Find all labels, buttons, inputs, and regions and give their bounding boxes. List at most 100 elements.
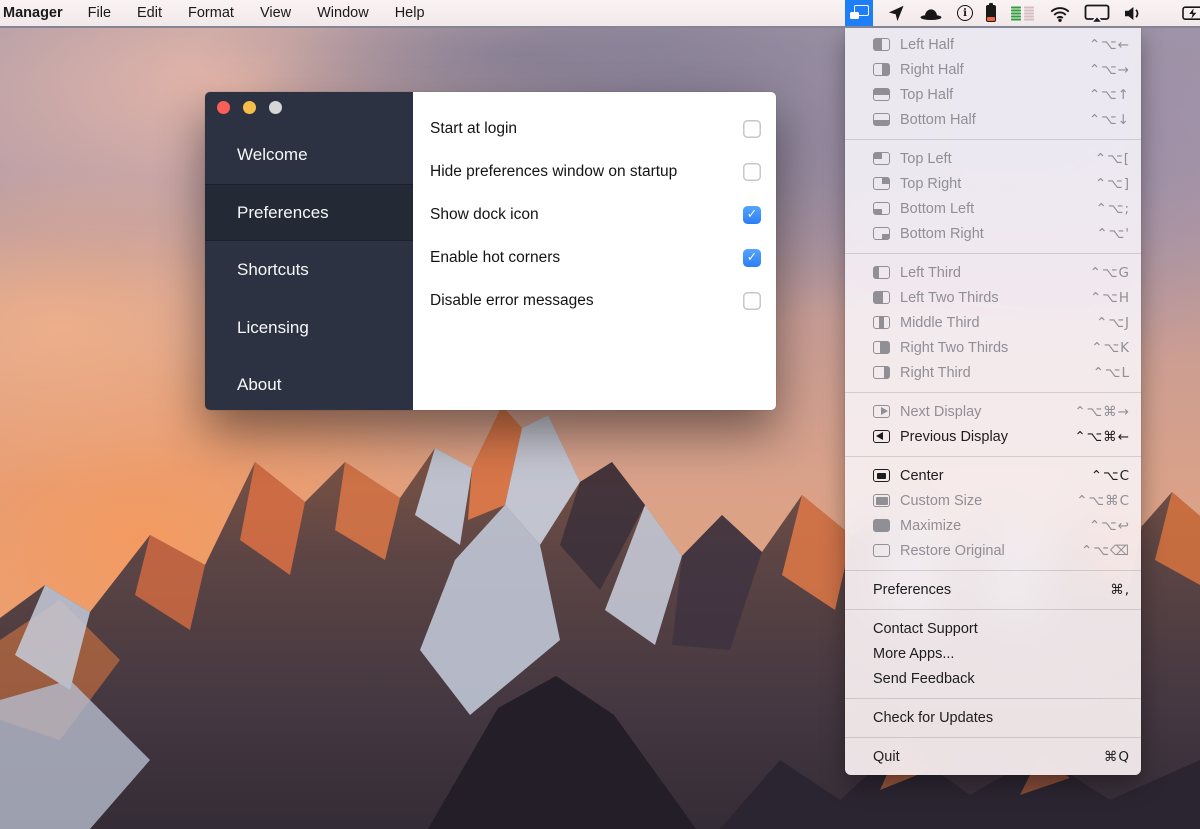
menu-item-restore-original[interactable]: Restore Original⌃⌥⌫ <box>845 538 1141 563</box>
menu-item-shortcut: ⌃⌥' <box>1096 226 1130 242</box>
location-icon[interactable] <box>886 0 905 26</box>
menu-item-center[interactable]: Center⌃⌥C <box>845 463 1141 488</box>
restore-original-icon <box>873 544 890 557</box>
bottom-left-icon <box>873 202 890 215</box>
menu-separator <box>845 698 1141 699</box>
menu-item-custom-size[interactable]: Custom Size⌃⌥⌘C <box>845 488 1141 513</box>
menu-item-check-for-updates[interactable]: Check for Updates <box>845 705 1141 730</box>
menu-item-maximize[interactable]: Maximize⌃⌥↩ <box>845 513 1141 538</box>
activity-bars-icon[interactable] <box>1009 0 1036 26</box>
option-label: Hide preferences window on startup <box>430 163 743 181</box>
sidebar-item-shortcuts[interactable]: Shortcuts <box>205 241 413 299</box>
window-manager-menubar-icon[interactable] <box>845 0 873 26</box>
menu-separator <box>845 139 1141 140</box>
menu-item-preferences[interactable]: Preferences⌘, <box>845 577 1141 602</box>
menu-item-label: Top Right <box>900 176 1095 192</box>
menu-item-shortcut: ⌘Q <box>1104 749 1130 765</box>
close-button-icon[interactable] <box>217 101 230 114</box>
menu-item-next-display[interactable]: Next Display⌃⌥⌘→ <box>845 399 1141 424</box>
menubar-menu-edit[interactable]: Edit <box>124 0 175 26</box>
menu-item-shortcut: ⌃⌥[ <box>1095 151 1130 167</box>
menu-separator <box>845 253 1141 254</box>
battery-low-level <box>987 17 995 21</box>
menubar-menu-list: FileEditFormatViewWindowHelp <box>75 0 438 26</box>
option-label: Enable hot corners <box>430 249 743 267</box>
option-row-show-dock-icon: Show dock icon ✓ <box>413 193 776 236</box>
menu-item-label: Preferences <box>873 582 1110 598</box>
menu-item-shortcut: ⌃⌥H <box>1090 290 1130 306</box>
battery-charging-icon[interactable] <box>1182 0 1200 26</box>
menu-item-more-apps[interactable]: More Apps... <box>845 641 1141 666</box>
menu-item-right-half[interactable]: Right Half⌃⌥→ <box>845 57 1141 82</box>
volume-icon[interactable] <box>1123 0 1143 26</box>
menubar-menu-view[interactable]: View <box>247 0 304 26</box>
menu-item-top-left[interactable]: Top Left⌃⌥[ <box>845 146 1141 171</box>
menu-item-label: Top Left <box>900 151 1095 167</box>
menubar-menu-format[interactable]: Format <box>175 0 247 26</box>
menu-item-contact-support[interactable]: Contact Support <box>845 616 1141 641</box>
menu-item-label: Bottom Half <box>900 112 1089 128</box>
bowler-hat-icon[interactable] <box>918 0 944 26</box>
checkbox-show-dock-icon[interactable]: ✓ <box>743 206 761 224</box>
menubar-menu-help[interactable]: Help <box>382 0 438 26</box>
menu-item-top-half[interactable]: Top Half⌃⌥↑ <box>845 82 1141 107</box>
menu-item-left-two-thirds[interactable]: Left Two Thirds⌃⌥H <box>845 285 1141 310</box>
airplay-icon[interactable] <box>1084 0 1110 26</box>
menu-item-right-two-thirds[interactable]: Right Two Thirds⌃⌥K <box>845 335 1141 360</box>
menu-item-shortcut: ⌃⌥] <box>1095 176 1130 192</box>
menu-item-left-third[interactable]: Left Third⌃⌥G <box>845 260 1141 285</box>
menu-item-label: Left Third <box>900 265 1090 281</box>
menubar-app-menu[interactable]: Manager <box>0 5 75 21</box>
wifi-icon[interactable] <box>1049 0 1071 26</box>
checkmark-icon: ✓ <box>747 251 757 264</box>
menu-item-shortcut: ⌃⌥↑ <box>1089 87 1130 103</box>
sidebar-item-preferences[interactable]: Preferences <box>205 184 413 242</box>
menu-item-label: Left Two Thirds <box>900 290 1090 306</box>
info-icon[interactable] <box>957 0 973 26</box>
menubar-menus-area: Manager FileEditFormatViewWindowHelp <box>0 0 438 26</box>
menu-item-bottom-right[interactable]: Bottom Right⌃⌥' <box>845 221 1141 246</box>
previous-display-icon <box>873 430 890 443</box>
menu-item-bottom-half[interactable]: Bottom Half⌃⌥↓ <box>845 107 1141 132</box>
checkmark-icon: ✓ <box>747 208 757 221</box>
center-icon <box>873 469 890 482</box>
sidebar-item-welcome[interactable]: Welcome <box>205 126 413 184</box>
sidebar-item-about[interactable]: About <box>205 356 413 410</box>
menu-item-left-half[interactable]: Left Half⌃⌥← <box>845 32 1141 57</box>
right-third-icon <box>873 366 890 379</box>
option-label: Show dock icon <box>430 206 743 224</box>
right-half-icon <box>873 63 890 76</box>
menu-item-previous-display[interactable]: Previous Display⌃⌥⌘← <box>845 424 1141 449</box>
right-two-thirds-icon <box>873 341 890 354</box>
menu-item-shortcut: ⌃⌥⌘C <box>1076 493 1130 509</box>
menu-item-middle-third[interactable]: Middle Third⌃⌥J <box>845 310 1141 335</box>
maximize-icon <box>873 519 890 532</box>
checkbox-enable-hot-corners[interactable]: ✓ <box>743 249 761 267</box>
preferences-sidebar: WelcomePreferencesShortcutsLicensingAbou… <box>205 92 413 410</box>
menu-item-shortcut: ⌃⌥→ <box>1089 62 1130 78</box>
zoom-button-icon[interactable] <box>269 101 282 114</box>
sidebar-nav: WelcomePreferencesShortcutsLicensingAbou… <box>205 126 413 410</box>
menu-item-send-feedback[interactable]: Send Feedback <box>845 666 1141 691</box>
top-left-icon <box>873 152 890 165</box>
checkbox-hide-preferences-window-on-startup[interactable] <box>743 163 761 181</box>
left-two-thirds-icon <box>873 291 890 304</box>
menu-item-label: Right Third <box>900 365 1093 381</box>
menubar-menu-file[interactable]: File <box>75 0 124 26</box>
checkbox-start-at-login[interactable] <box>743 120 761 138</box>
menu-item-bottom-left[interactable]: Bottom Left⌃⌥; <box>845 196 1141 221</box>
sidebar-item-licensing[interactable]: Licensing <box>205 299 413 357</box>
menu-item-shortcut: ⌃⌥⌫ <box>1081 543 1130 559</box>
menubar: Manager FileEditFormatViewWindowHelp <box>0 0 1200 28</box>
option-row-start-at-login: Start at login <box>413 107 776 150</box>
vertical-battery-icon[interactable] <box>986 0 996 26</box>
menu-item-right-third[interactable]: Right Third⌃⌥L <box>845 360 1141 385</box>
option-row-hide-preferences-window-on-startup: Hide preferences window on startup <box>413 150 776 193</box>
menu-item-quit[interactable]: Quit⌘Q <box>845 744 1141 769</box>
menubar-menu-window[interactable]: Window <box>304 0 382 26</box>
menu-item-top-right[interactable]: Top Right⌃⌥] <box>845 171 1141 196</box>
minimize-button-icon[interactable] <box>243 101 256 114</box>
checkbox-disable-error-messages[interactable] <box>743 292 761 310</box>
traffic-lights <box>217 101 282 114</box>
option-label: Start at login <box>430 120 743 138</box>
